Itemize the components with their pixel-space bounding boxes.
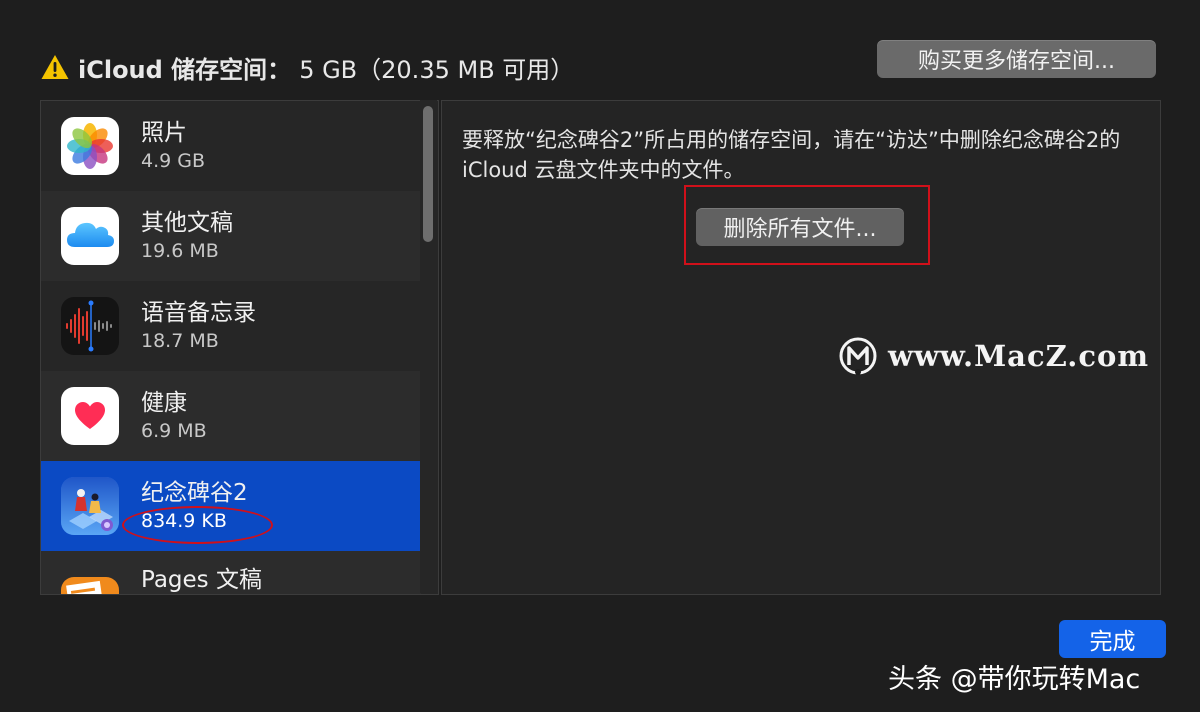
pages-icon <box>61 577 119 594</box>
done-button[interactable]: 完成 <box>1059 620 1166 658</box>
icloud-drive-icon <box>61 207 119 265</box>
warning-icon <box>41 55 69 79</box>
list-item-photos[interactable]: 照片 4.9 GB <box>41 101 421 191</box>
watermark: www.MacZ.com <box>838 334 1149 378</box>
annotation-highlight-box <box>684 185 930 265</box>
list-item-voice-memos[interactable]: 语音备忘录 18.7 MB <box>41 281 421 371</box>
app-name: 照片 <box>141 120 187 146</box>
storage-header: iCloud 储存空间： 5 GB（20.35 MB 可用） <box>40 48 574 86</box>
annotation-highlight-oval <box>122 506 273 544</box>
list-item-other-documents[interactable]: 其他文稿 19.6 MB <box>41 191 421 281</box>
app-size: 18.7 MB <box>141 330 219 352</box>
app-name: 语音备忘录 <box>141 300 256 326</box>
app-size: 19.6 MB <box>141 240 219 262</box>
detail-description: 要释放“纪念碑谷2”所占用的储存空间，请在“访达”中删除纪念碑谷2的 iClou… <box>462 128 1121 182</box>
storage-usage: 5 GB（20.35 MB 可用） <box>299 55 575 84</box>
app-size: 4.9 GB <box>141 150 206 172</box>
storage-title: iCloud 储存空间： <box>78 55 292 84</box>
watermark-text: www.MacZ.com <box>888 339 1150 373</box>
health-icon <box>61 387 119 445</box>
monument-valley-icon <box>61 477 119 535</box>
scrollbar-thumb[interactable] <box>423 106 433 242</box>
app-name: 其他文稿 <box>141 210 233 236</box>
macz-logo-icon <box>839 337 877 375</box>
list-item-health[interactable]: 健康 6.9 MB <box>41 371 421 461</box>
list-item-pages[interactable]: Pages 文稿 <box>41 551 421 594</box>
app-size: 6.9 MB <box>141 420 207 442</box>
app-name: Pages 文稿 <box>141 567 262 593</box>
app-name: 健康 <box>141 390 187 416</box>
credit-caption: 头条 @带你玩转Mac <box>888 663 1141 695</box>
app-name: 纪念碑谷2 <box>141 480 248 506</box>
list-scrollbar[interactable] <box>420 100 437 593</box>
voice-memos-icon <box>61 297 119 355</box>
photos-icon <box>61 117 119 175</box>
buy-more-storage-button[interactable]: 购买更多储存空间... <box>877 40 1156 78</box>
